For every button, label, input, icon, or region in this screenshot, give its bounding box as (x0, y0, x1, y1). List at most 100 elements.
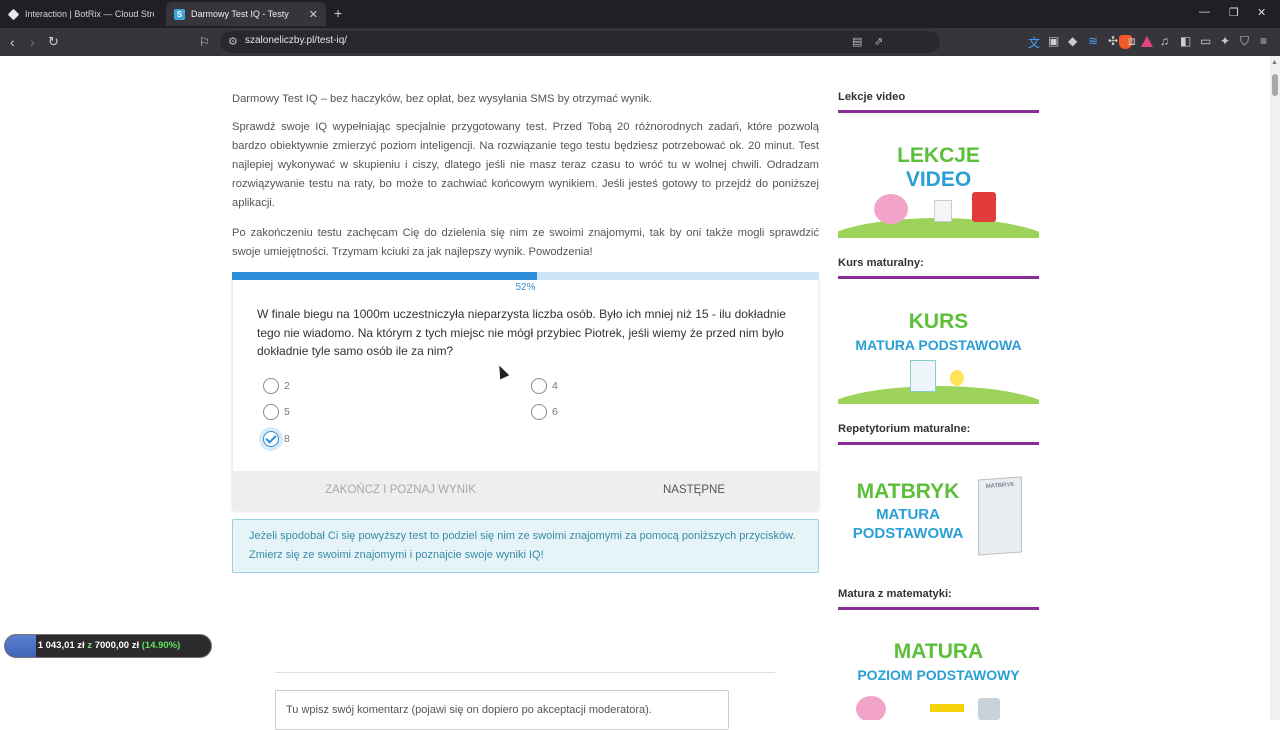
page-scrollbar[interactable]: ▲ (1270, 56, 1280, 720)
matbryk-banner[interactable]: MATBRYK MATURA PODSTAWOWA MATBRYK (838, 472, 1039, 560)
site-favicon-icon: S (174, 8, 185, 20)
answer-option-8[interactable]: 8 (263, 430, 290, 448)
new-tab-icon[interactable]: + (334, 5, 342, 21)
sidebar-divider (838, 442, 1039, 445)
radio-icon[interactable] (263, 378, 279, 394)
book-label: MATBRYK (985, 482, 1015, 490)
donation-goal-text: 1 043,01 zł z 7000,00 zł (14.90%) (5, 640, 211, 651)
progress-percent: 52% (515, 282, 536, 293)
minimize-icon[interactable]: — (1199, 6, 1210, 18)
brain-mascot-icon (874, 194, 908, 224)
answer-option-4[interactable]: 4 (531, 377, 558, 395)
answer-label: 2 (284, 380, 290, 392)
answer-label: 4 (552, 380, 558, 392)
radio-icon[interactable] (531, 378, 547, 394)
restore-icon[interactable]: ❐ (1229, 6, 1239, 19)
banner-line-1: MATBRYK (856, 480, 960, 503)
forward-icon[interactable]: › (30, 34, 35, 50)
sidebar-heading-kurs: Kurs maturalny: (838, 257, 924, 269)
donation-goal: 7000,00 zł (94, 640, 140, 651)
banner-line-3: PODSTAWOWA (852, 525, 964, 542)
bookmark-icon[interactable]: ⚐ (199, 34, 210, 50)
extensions-puzzle-icon[interactable]: ✣ (1108, 34, 1118, 48)
donation-separator: z (87, 640, 93, 651)
answer-label: 5 (284, 406, 290, 418)
donation-goal-bar: 1 043,01 zł z 7000,00 zł (14.90%) (4, 634, 212, 658)
intro-paragraph-3: Po zakończeniu testu zachęcam Cię do dzi… (232, 227, 819, 258)
botrix-favicon-icon (7, 8, 20, 20)
vpn-shield-icon[interactable]: ⛉ (1240, 34, 1249, 49)
next-button[interactable]: NASTĘPNE (569, 471, 819, 509)
extension-wave-icon[interactable]: ≋ (1088, 34, 1098, 48)
page-content: Darmowy Test IQ – bez haczyków, bez opła… (0, 56, 1270, 730)
certificate-icon (910, 360, 936, 392)
menu-icon[interactable]: ≡ (1260, 34, 1267, 48)
comment-input[interactable]: Tu wpisz swój komentarz (pojawi się on d… (275, 690, 729, 730)
donation-amount: 1 043,01 zł (37, 640, 85, 651)
site-info-icon[interactable]: ⚙ (228, 35, 238, 48)
kurs-matura-banner[interactable]: KURS MATURA PODSTAWOWA (838, 304, 1039, 404)
calculator-icon (978, 698, 1000, 720)
matbryk-book-icon: MATBRYK (978, 476, 1022, 556)
sidebar-divider (838, 607, 1039, 610)
sidebar-heading-repetytorium: Repetytorium maturalne: (838, 423, 971, 435)
progress-bar (232, 272, 819, 280)
banner-line-2: MATURA (876, 506, 940, 523)
address-bar[interactable]: ⚙ szaloneliczby.pl/test-iq/ ▤ ⇗ (220, 31, 1153, 53)
tab-title: Interaction | BotRix — Cloud Streaming (25, 9, 154, 19)
answer-option-6[interactable]: 6 (531, 403, 558, 421)
quiz-footer: ZAKOŃCZ I POZNAJ WYNIK NASTĘPNE (232, 471, 819, 509)
tab-test-iq[interactable]: S Darmowy Test IQ - Testy ✕ (166, 2, 326, 26)
media-icon[interactable]: ♫ (1160, 34, 1169, 48)
question-text: W finale biegu na 1000m uczestniczyła ni… (257, 307, 786, 358)
extension-icon[interactable]: ▣ (1048, 34, 1059, 48)
banner-line-1: KURS (908, 310, 969, 333)
close-window-icon[interactable]: ✕ (1257, 6, 1266, 19)
tablet-mascot-icon (972, 192, 996, 222)
banner-line-2: MATURA PODSTAWOWA (855, 337, 1022, 353)
brave-rewards-icon[interactable] (1141, 36, 1153, 47)
banner-line-1: MATURA (893, 640, 984, 663)
share-icon[interactable]: ⇗ (874, 35, 883, 48)
url-text: szaloneliczby.pl/test-iq/ (245, 35, 348, 46)
banner-line-2: VIDEO (905, 168, 972, 191)
scroll-thumb[interactable] (1272, 74, 1278, 96)
sidebar-toggle-icon[interactable]: ◧ (1180, 34, 1191, 48)
sidebar-heading-matura: Matura z matematyki: (838, 588, 952, 600)
matura-podstawowy-banner[interactable]: MATURA POZIOM PODSTAWOWY (838, 636, 1039, 720)
wallet-icon[interactable]: ▭ (1200, 34, 1211, 48)
sidebar-divider (838, 110, 1039, 113)
progress-fill (232, 272, 538, 280)
back-icon[interactable]: ‹ (10, 34, 15, 50)
reader-icon[interactable]: ▤ (852, 35, 862, 48)
ruler-icon (930, 704, 964, 712)
radio-icon[interactable] (263, 404, 279, 420)
intro-paragraph-1: Darmowy Test IQ – bez haczyków, bez opła… (232, 93, 653, 105)
banner-line-1: LEKCJE (897, 144, 980, 167)
brain-mascot-icon (856, 696, 886, 720)
banner-line-2: POZIOM PODSTAWOWY (857, 667, 1020, 683)
banner-hill (838, 386, 1039, 404)
screenshot-icon[interactable]: ⧈ (1128, 34, 1136, 49)
extension-diamond-icon[interactable]: ◆ (1068, 34, 1077, 48)
paper-icon (934, 200, 952, 222)
share-alert: Jeżeli spodobał Ci się powyższy test to … (232, 519, 819, 573)
donation-percent: (14.90%) (141, 640, 181, 651)
close-tab-icon[interactable]: ✕ (309, 8, 318, 21)
leo-icon[interactable]: ✦ (1220, 34, 1230, 48)
lekcje-video-banner[interactable]: LEKCJE VIDEO (838, 140, 1039, 238)
browser-toolbar: ‹ › ↻ ⚐ ⚙ szaloneliczby.pl/test-iq/ ▤ ⇗ … (0, 28, 1280, 56)
reload-icon[interactable]: ↻ (48, 34, 59, 50)
tab-bar: Interaction | BotRix — Cloud Streaming S… (0, 0, 1280, 28)
lightbulb-icon (950, 370, 964, 386)
finish-button[interactable]: ZAKOŃCZ I POZNAJ WYNIK (232, 471, 569, 509)
tab-botrix[interactable]: Interaction | BotRix — Cloud Streaming (0, 2, 162, 26)
answer-option-5[interactable]: 5 (263, 403, 290, 421)
radio-icon[interactable] (531, 404, 547, 420)
sidebar-divider (838, 276, 1039, 279)
translate-extension-icon[interactable]: 文 (1028, 34, 1040, 51)
scroll-up-arrow-icon[interactable]: ▲ (1271, 59, 1278, 66)
intro-paragraph-2: Sprawdź swoje IQ wypełniając specjalnie … (232, 121, 819, 209)
radio-checked-icon[interactable] (263, 431, 279, 447)
answer-option-2[interactable]: 2 (263, 377, 290, 395)
